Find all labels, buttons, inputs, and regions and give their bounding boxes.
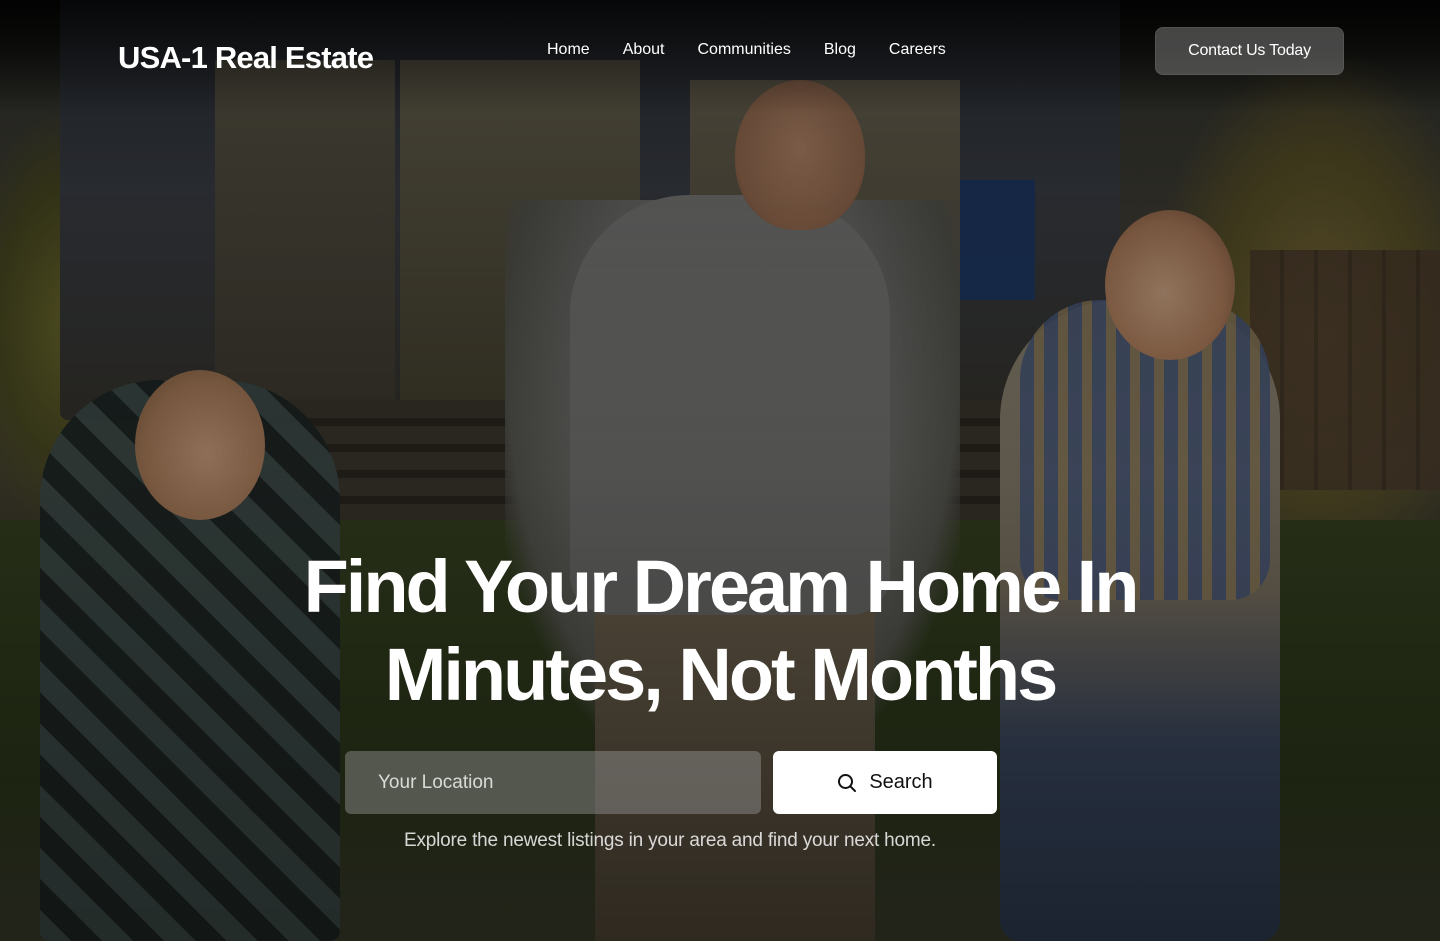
location-search-input[interactable] xyxy=(345,751,761,814)
nav-item-home[interactable]: Home xyxy=(547,41,590,59)
hero-headline-line-1: Find Your Dream Home In xyxy=(303,545,1140,628)
hero-section: USA-1 Real Estate Home About Communities… xyxy=(0,0,1440,941)
site-logo[interactable]: USA-1 Real Estate xyxy=(118,40,374,76)
nav-item-about[interactable]: About xyxy=(623,41,665,59)
hero-subtext: Explore the newest listings in your area… xyxy=(404,830,936,851)
nav-item-blog[interactable]: Blog xyxy=(824,41,856,59)
hero-headline: Find Your Dream Home In Minutes, Not Mon… xyxy=(120,543,1320,719)
hero-headline-line-2: Minutes, Not Months xyxy=(384,633,1059,716)
contact-us-button[interactable]: Contact Us Today xyxy=(1155,27,1344,75)
main-nav: Home About Communities Blog Careers xyxy=(547,41,946,59)
search-icon xyxy=(837,773,857,793)
site-header: USA-1 Real Estate Home About Communities… xyxy=(0,0,1440,110)
search-button-label: Search xyxy=(869,771,933,793)
nav-item-careers[interactable]: Careers xyxy=(889,41,946,59)
search-button[interactable]: Search xyxy=(773,751,997,814)
nav-item-communities[interactable]: Communities xyxy=(698,41,791,59)
